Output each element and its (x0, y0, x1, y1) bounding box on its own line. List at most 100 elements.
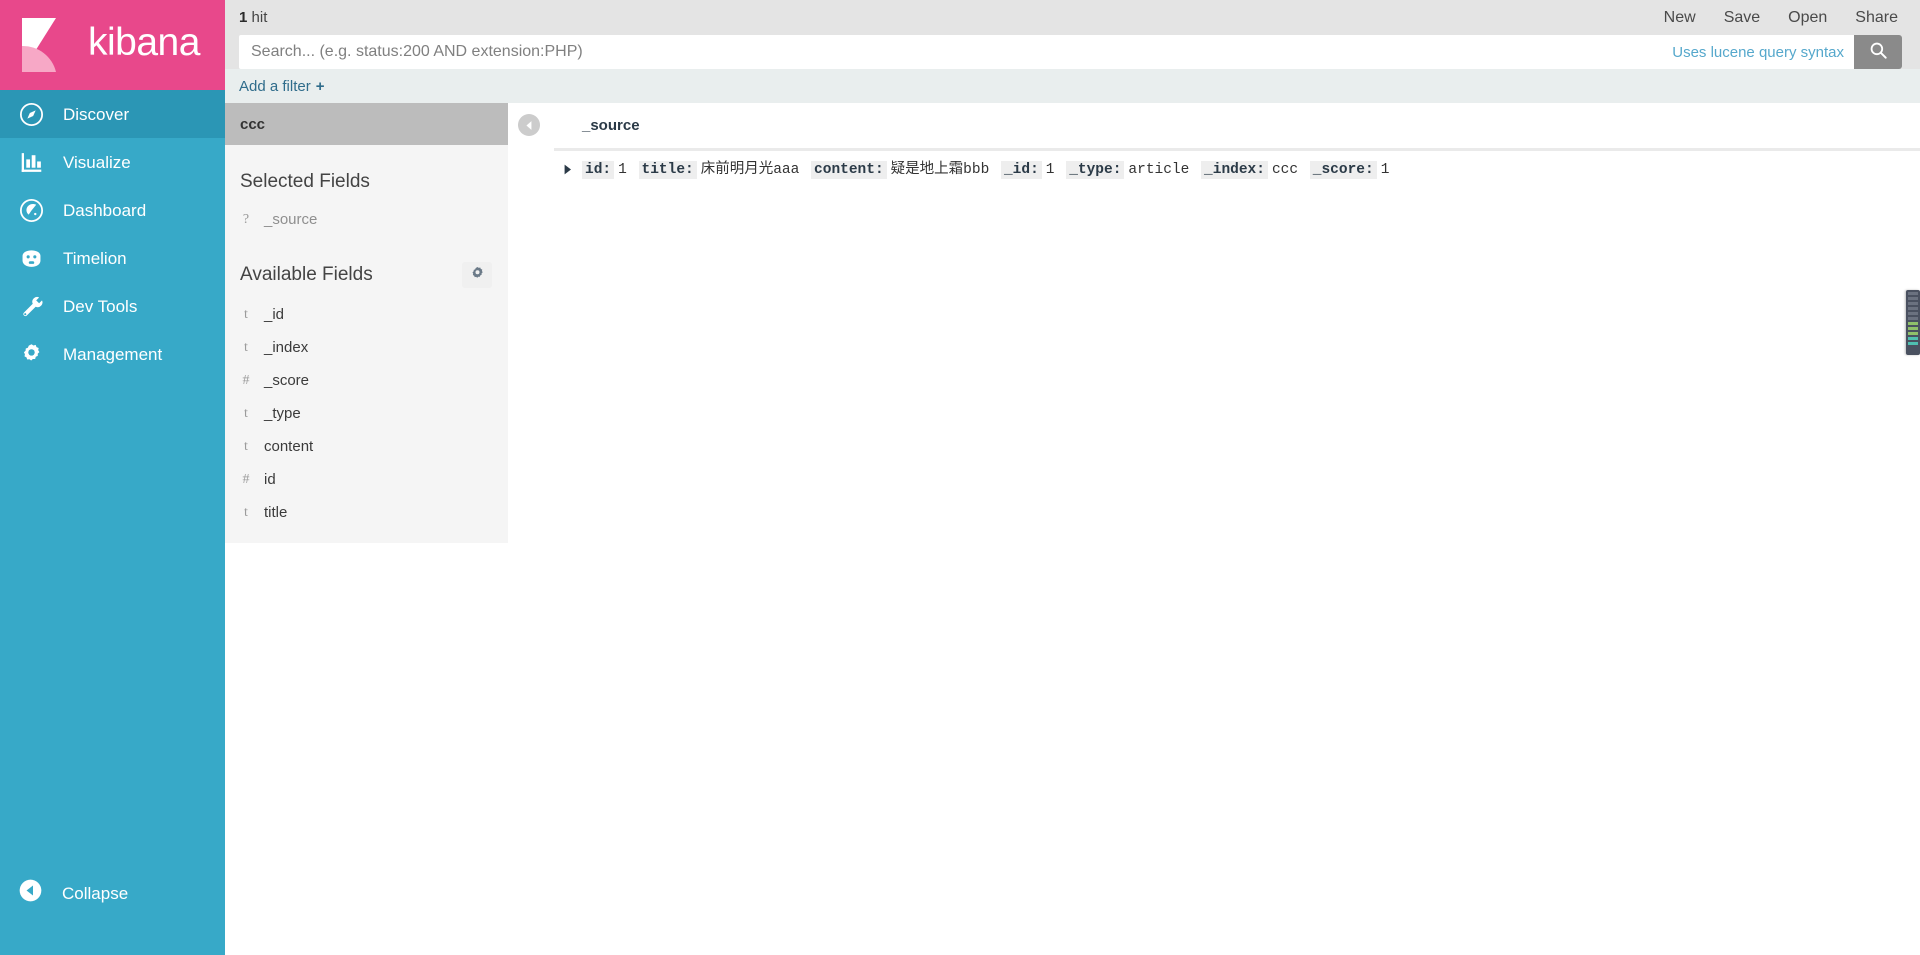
gear-icon (18, 341, 44, 367)
page-minimap-scrollbar[interactable] (1906, 290, 1920, 355)
field-type-string-icon: t (244, 504, 248, 520)
minimap-mark (1908, 297, 1918, 300)
minimap-mark-highlight (1908, 337, 1918, 340)
doc-table-header: _source (554, 103, 1920, 148)
available-field-item[interactable]: # id (225, 463, 508, 496)
minimap-mark-highlight (1908, 332, 1918, 335)
brand-name: kibana (88, 21, 200, 64)
available-field-item[interactable]: t _type (225, 397, 508, 430)
sidebar-item-discover[interactable]: Discover (0, 90, 225, 138)
kibana-app: kibana Discover Visualize Dashboard Time… (0, 0, 1920, 955)
sidebar-item-label: Dev Tools (63, 296, 138, 316)
main-content: 1 hit New Save Open Share Uses lucene qu… (225, 0, 1920, 955)
nav-collapse-label: Collapse (62, 883, 129, 903)
field-name: _index (264, 339, 309, 356)
nav-collapse-button[interactable]: Collapse (0, 869, 225, 917)
hit-count-value: 1 (239, 9, 248, 26)
search-icon (1869, 41, 1888, 63)
field-settings-button[interactable] (462, 262, 492, 288)
source-field-value: article (1128, 162, 1190, 178)
field-chooser-sidebar: ccc Selected Fields ? _source Available … (225, 103, 508, 955)
minimap-mark (1908, 317, 1918, 320)
sidebar-item-management[interactable]: Management (0, 330, 225, 378)
discover-body: ccc Selected Fields ? _source Available … (225, 103, 1920, 955)
doc-source-cell: id: 1 title: 床前明月光aaa content: 疑是地上霜bbb _id… (582, 160, 1392, 180)
field-type-number-icon: # (242, 471, 250, 487)
field-name: id (264, 471, 276, 488)
source-field-value: 1 (1380, 162, 1390, 178)
index-pattern-selector[interactable]: ccc (225, 103, 508, 145)
sidebar-item-label: Discover (63, 104, 130, 124)
available-field-item[interactable]: t title (225, 496, 508, 529)
source-field-key: id: (582, 161, 615, 179)
kibana-logo-home-link[interactable]: kibana (0, 0, 225, 90)
new-button[interactable]: New (1664, 9, 1696, 26)
available-fields-heading: Available Fields (225, 236, 508, 298)
search-input-wrapper: Uses lucene query syntax (239, 35, 1854, 69)
wrench-icon (18, 293, 44, 319)
filter-bar: Add a filter + (225, 69, 1920, 103)
toolbar-row: 1 hit New Save Open Share (239, 0, 1902, 35)
column-header-source[interactable]: _source (582, 117, 640, 134)
doc-table-container: _source id: 1 title: 床前明月光aaa content: 疑是 (508, 103, 1920, 955)
minimap-mark-highlight (1908, 322, 1918, 325)
save-button[interactable]: Save (1724, 9, 1760, 26)
add-filter-button[interactable]: Add a filter + (239, 78, 324, 95)
sidebar-item-label: Dashboard (63, 200, 147, 220)
source-field-value: 1 (618, 162, 627, 178)
field-type-string-icon: t (244, 438, 248, 454)
source-field-value: ccc (1271, 162, 1299, 178)
bar-chart-icon (18, 149, 44, 175)
field-name: content (264, 438, 314, 455)
query-toolbar: 1 hit New Save Open Share Uses lucene qu… (225, 0, 1920, 69)
kibana-logo-icon (16, 16, 74, 74)
sidebar-item-dev-tools[interactable]: Dev Tools (0, 282, 225, 330)
field-name: _type (264, 405, 301, 422)
sidebar-item-dashboard[interactable]: Dashboard (0, 186, 225, 234)
available-field-item[interactable]: t content (225, 430, 508, 463)
hit-count-label: hit (251, 9, 268, 26)
minimap-mark-highlight (1908, 342, 1918, 345)
source-field-value: 1 (1045, 162, 1055, 178)
search-submit-button[interactable] (1854, 35, 1902, 69)
search-input[interactable] (239, 43, 1673, 61)
available-field-item[interactable]: t _index (225, 331, 508, 364)
compass-icon (18, 101, 44, 127)
field-name: _score (264, 372, 310, 389)
plus-icon: + (315, 77, 325, 95)
field-name: _source (264, 211, 318, 228)
sidebar-item-label: Timelion (63, 248, 127, 268)
field-type-string-icon: t (244, 339, 248, 355)
minimap-mark (1908, 307, 1918, 310)
add-filter-label: Add a filter (239, 77, 311, 95)
source-field-key: _index: (1201, 161, 1268, 179)
arrow-left-circle-icon (18, 878, 43, 908)
nav-item-list: Discover Visualize Dashboard Timelion De… (0, 90, 225, 378)
fields-panel: Selected Fields ? _source Available Fiel… (225, 145, 508, 543)
selected-fields-title: Selected Fields (240, 171, 370, 192)
sidebar-item-label: Visualize (63, 152, 131, 172)
field-type-string-icon: t (244, 306, 248, 322)
field-type-unknown-icon: ? (242, 211, 250, 227)
timelion-icon (18, 245, 44, 271)
field-name: _id (264, 306, 285, 323)
available-fields-title: Available Fields (240, 264, 373, 285)
sidebar-item-timelion[interactable]: Timelion (0, 234, 225, 282)
source-field-key: title: (638, 161, 697, 179)
sidebar-item-label: Management (63, 344, 163, 364)
caret-right-icon[interactable] (554, 160, 582, 175)
source-field-key: _score: (1309, 161, 1377, 179)
available-field-item[interactable]: # _score (225, 364, 508, 397)
lucene-syntax-link[interactable]: Uses lucene query syntax (1672, 44, 1844, 61)
source-field-value: 疑是地上霜bbb (890, 162, 990, 178)
share-button[interactable]: Share (1855, 9, 1898, 26)
available-field-item[interactable]: t _id (225, 298, 508, 331)
chevron-left-circle-icon[interactable] (518, 114, 540, 136)
selected-field-item[interactable]: ? _source (225, 203, 508, 236)
doc-table: _source id: 1 title: 床前明月光aaa content: 疑是 (554, 103, 1920, 180)
search-bar: Uses lucene query syntax (239, 35, 1902, 69)
sidebar-item-visualize[interactable]: Visualize (0, 138, 225, 186)
source-field-key: _id: (1000, 161, 1042, 179)
open-button[interactable]: Open (1788, 9, 1827, 26)
